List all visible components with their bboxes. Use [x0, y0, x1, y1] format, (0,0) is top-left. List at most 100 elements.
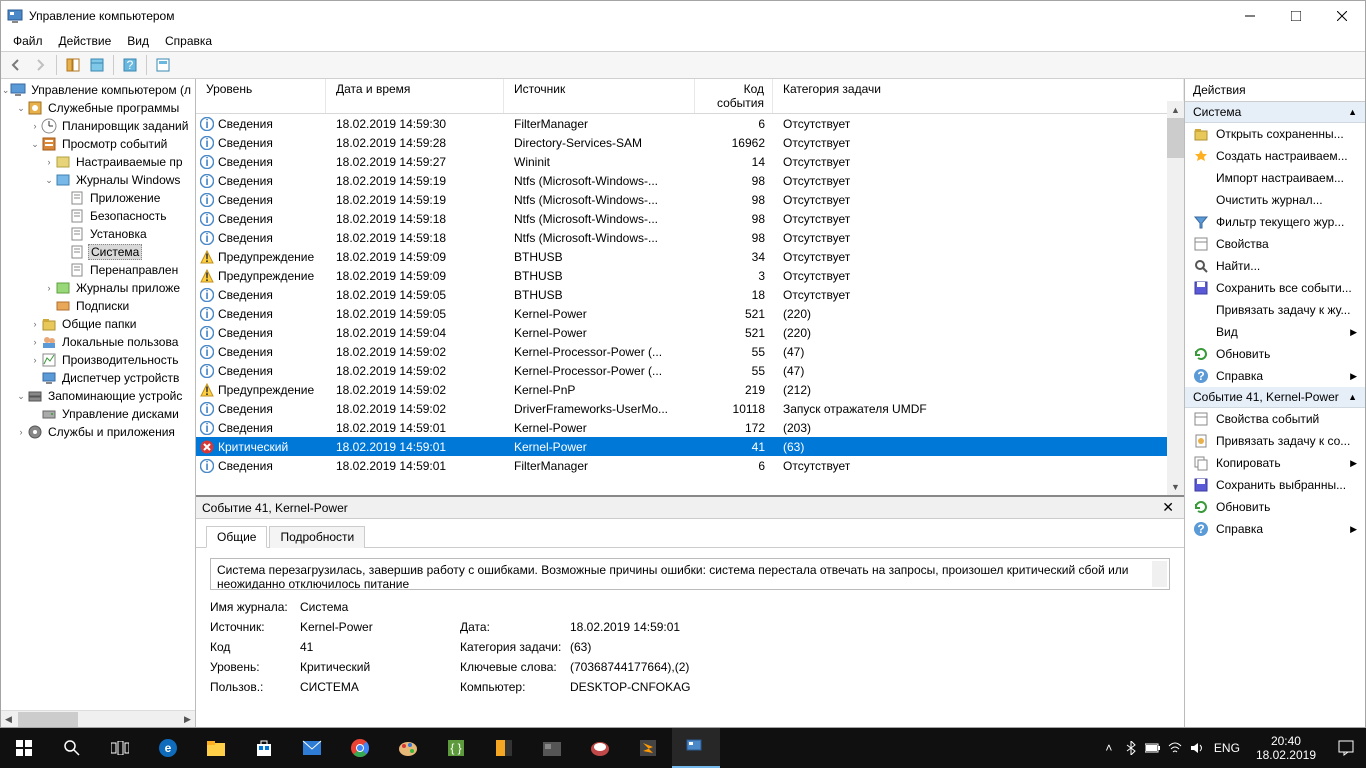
menu-file[interactable]: Файл	[5, 32, 51, 50]
action-item[interactable]: Свойства событий	[1185, 408, 1365, 430]
notifications-button[interactable]	[1326, 728, 1366, 768]
action-item[interactable]: Фильтр текущего жур...	[1185, 211, 1365, 233]
event-row[interactable]: iСведения18.02.2019 14:59:02Kernel-Proce…	[196, 361, 1184, 380]
action-item[interactable]: Привязать задачу к со...	[1185, 430, 1365, 452]
grid-scrollbar[interactable]: ▲ ▼	[1167, 101, 1184, 495]
tree-node-безопасность[interactable]: Безопасность	[1, 207, 195, 225]
action-item[interactable]: Найти...	[1185, 255, 1365, 277]
taskbar-app-generic1[interactable]	[480, 728, 528, 768]
taskbar-app-generic2[interactable]	[528, 728, 576, 768]
tree-node-журналы-приложе[interactable]: ›Журналы приложе	[1, 279, 195, 297]
actions-section-system[interactable]: Система ▲	[1185, 102, 1365, 123]
event-row[interactable]: !Предупреждение18.02.2019 14:59:09BTHUSB…	[196, 247, 1184, 266]
menu-help[interactable]: Справка	[157, 32, 220, 50]
menu-view[interactable]: Вид	[119, 32, 157, 50]
event-row[interactable]: iСведения18.02.2019 14:59:05BTHUSB18Отсу…	[196, 285, 1184, 304]
event-row[interactable]: iСведения18.02.2019 14:59:01Kernel-Power…	[196, 418, 1184, 437]
action-item[interactable]: Привязать задачу к жу...	[1185, 299, 1365, 321]
taskbar-app-explorer[interactable]	[192, 728, 240, 768]
action-item[interactable]: Свойства	[1185, 233, 1365, 255]
tray-wifi-icon[interactable]	[1164, 728, 1186, 768]
event-row[interactable]: !Предупреждение18.02.2019 14:59:09BTHUSB…	[196, 266, 1184, 285]
tree-node-службы-и-приложения[interactable]: ›Службы и приложения	[1, 423, 195, 441]
tree-node-служебные-программы[interactable]: ⌄Служебные программы	[1, 99, 195, 117]
event-row[interactable]: !Предупреждение18.02.2019 14:59:02Kernel…	[196, 380, 1184, 399]
event-row[interactable]: iСведения18.02.2019 14:59:05Kernel-Power…	[196, 304, 1184, 323]
event-row[interactable]: iСведения18.02.2019 14:59:30FilterManage…	[196, 114, 1184, 133]
tree-node-установка[interactable]: Установка	[1, 225, 195, 243]
tree-node-просмотр-событий[interactable]: ⌄Просмотр событий	[1, 135, 195, 153]
language-indicator[interactable]: ENG	[1208, 741, 1246, 755]
taskbar-app-code[interactable]: { }	[432, 728, 480, 768]
expand-icon[interactable]: ›	[43, 283, 55, 293]
tree-node-управление-компьютером-(л[interactable]: ⌄Управление компьютером (л	[1, 81, 195, 99]
taskbar-app-sublime[interactable]	[624, 728, 672, 768]
action-item[interactable]: Вид▶	[1185, 321, 1365, 343]
scrollbar-thumb[interactable]	[1167, 118, 1184, 158]
action-item[interactable]: Сохранить все событи...	[1185, 277, 1365, 299]
col-level[interactable]: Уровень	[196, 79, 326, 113]
detail-close-button[interactable]: ✕	[1158, 499, 1178, 516]
action-item[interactable]: Копировать▶	[1185, 452, 1365, 474]
expand-icon[interactable]: ›	[29, 121, 41, 131]
event-row[interactable]: iСведения18.02.2019 14:59:01FilterManage…	[196, 456, 1184, 475]
event-row[interactable]: iСведения18.02.2019 14:59:02Kernel-Proce…	[196, 342, 1184, 361]
nav-forward-button[interactable]	[29, 54, 51, 76]
extra-button[interactable]	[152, 54, 174, 76]
expand-icon[interactable]: ⌄	[43, 175, 55, 186]
scrollbar-thumb[interactable]	[18, 712, 78, 727]
expand-icon[interactable]: ›	[43, 157, 55, 167]
tree-node-подписки[interactable]: Подписки	[1, 297, 195, 315]
message-scrollbar[interactable]	[1152, 561, 1167, 587]
event-row[interactable]: iСведения18.02.2019 14:59:19Ntfs (Micros…	[196, 190, 1184, 209]
event-row[interactable]: iСведения18.02.2019 14:59:27Wininit14Отс…	[196, 152, 1184, 171]
col-code[interactable]: Код события	[695, 79, 773, 113]
tree-node-журналы-windows[interactable]: ⌄Журналы Windows	[1, 171, 195, 189]
tab-details[interactable]: Подробности	[269, 526, 365, 548]
show-hide-button[interactable]	[62, 54, 84, 76]
tree-pane[interactable]: ⌄Управление компьютером (л⌄Служебные про…	[1, 79, 196, 727]
taskbar-app-edge[interactable]: e	[144, 728, 192, 768]
event-row[interactable]: iСведения18.02.2019 14:59:28Directory-Se…	[196, 133, 1184, 152]
actions-section-event[interactable]: Событие 41, Kernel-Power ▲	[1185, 387, 1365, 408]
tree-node-диспетчер-устройств[interactable]: Диспетчер устройств	[1, 369, 195, 387]
expand-icon[interactable]: ⌄	[15, 103, 27, 114]
help-button[interactable]: ?	[119, 54, 141, 76]
event-row[interactable]: iСведения18.02.2019 14:59:18Ntfs (Micros…	[196, 209, 1184, 228]
tray-bluetooth-icon[interactable]	[1120, 728, 1142, 768]
maximize-button[interactable]	[1273, 1, 1319, 31]
tree-node-локальные-пользова[interactable]: ›Локальные пользова	[1, 333, 195, 351]
nav-back-button[interactable]	[5, 54, 27, 76]
tree-node-производительность[interactable]: ›Производительность	[1, 351, 195, 369]
event-row[interactable]: iСведения18.02.2019 14:59:04Kernel-Power…	[196, 323, 1184, 342]
tree-node-общие-папки[interactable]: ›Общие папки	[1, 315, 195, 333]
tree-node-настраиваемые-пр[interactable]: ›Настраиваемые пр	[1, 153, 195, 171]
event-row[interactable]: iСведения18.02.2019 14:59:02DriverFramew…	[196, 399, 1184, 418]
tree-node-приложение[interactable]: Приложение	[1, 189, 195, 207]
action-item[interactable]: Открыть сохраненны...	[1185, 123, 1365, 145]
event-row[interactable]: iСведения18.02.2019 14:59:18Ntfs (Micros…	[196, 228, 1184, 247]
menu-action[interactable]: Действие	[51, 32, 120, 50]
tree-node-система[interactable]: Система	[1, 243, 195, 261]
tree-node-управление-дисками[interactable]: Управление дисками	[1, 405, 195, 423]
taskbar-app-store[interactable]	[240, 728, 288, 768]
expand-icon[interactable]: ⌄	[15, 391, 27, 402]
action-item[interactable]: Очистить журнал...	[1185, 189, 1365, 211]
search-button[interactable]	[48, 728, 96, 768]
expand-icon[interactable]: ›	[29, 319, 41, 329]
action-item[interactable]: Обновить	[1185, 343, 1365, 365]
taskbar-clock[interactable]: 20:40 18.02.2019	[1246, 734, 1326, 763]
action-item[interactable]: Обновить	[1185, 496, 1365, 518]
tree-node-запоминающие-устройс[interactable]: ⌄Запоминающие устройс	[1, 387, 195, 405]
tree-node-перенаправлен[interactable]: Перенаправлен	[1, 261, 195, 279]
taskbar-app-mmc[interactable]	[672, 728, 720, 768]
tab-general[interactable]: Общие	[206, 526, 267, 548]
expand-icon[interactable]: ⌄	[29, 139, 41, 150]
action-item[interactable]: Создать настраиваем...	[1185, 145, 1365, 167]
action-item[interactable]: ?Справка▶	[1185, 518, 1365, 540]
taskview-button[interactable]	[96, 728, 144, 768]
action-item[interactable]: ?Справка▶	[1185, 365, 1365, 387]
expand-icon[interactable]: ›	[29, 337, 41, 347]
expand-icon[interactable]: ⌄	[1, 85, 10, 96]
event-row[interactable]: iСведения18.02.2019 14:59:19Ntfs (Micros…	[196, 171, 1184, 190]
